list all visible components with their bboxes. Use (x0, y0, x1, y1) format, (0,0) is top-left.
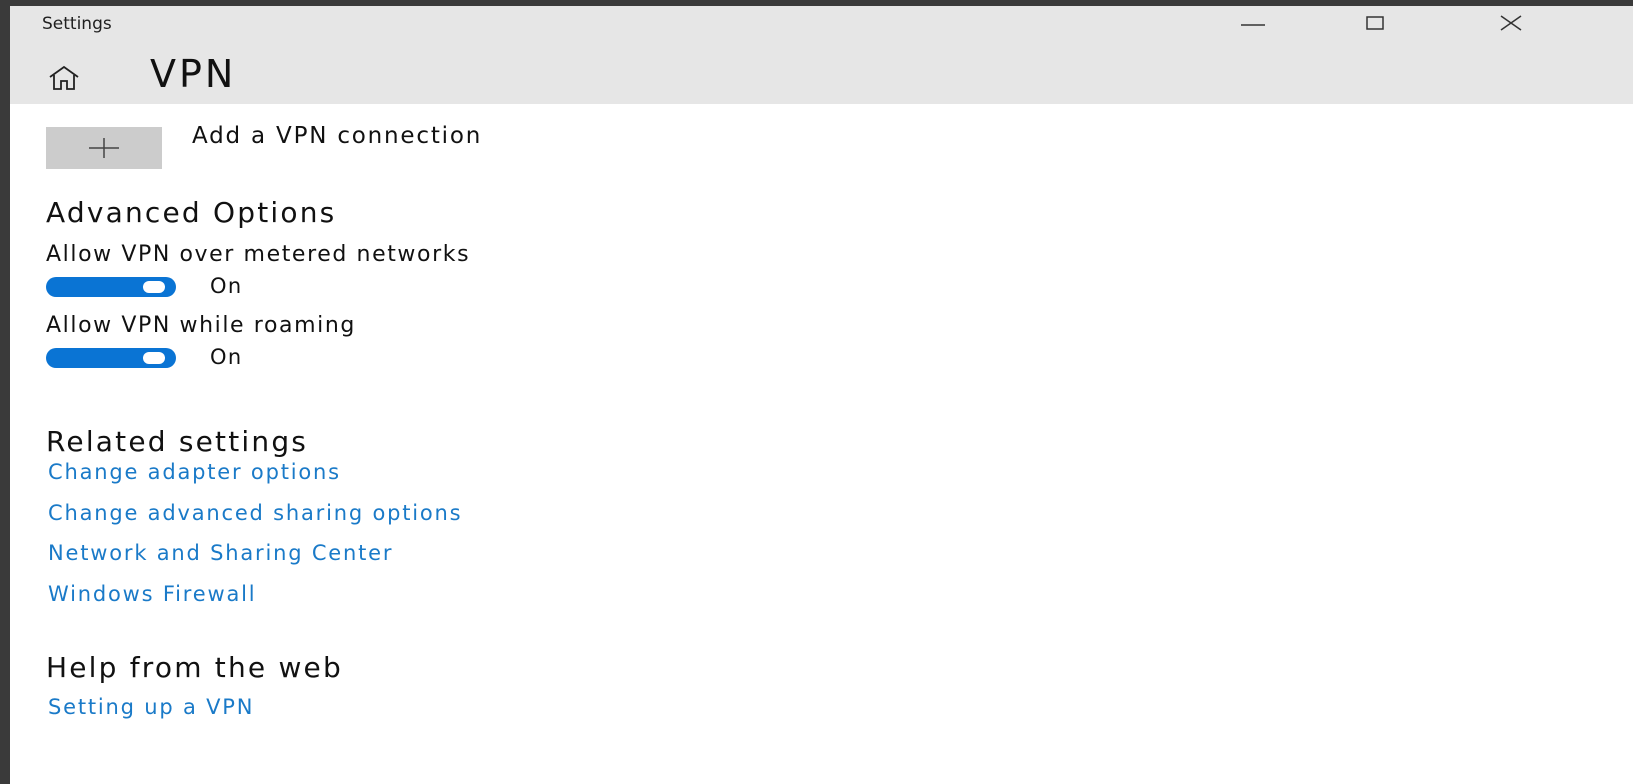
metered-networks-label: Allow VPN over metered networks (46, 242, 471, 267)
metered-networks-state: On (210, 274, 243, 298)
roaming-label: Allow VPN while roaming (46, 313, 356, 338)
add-vpn-label[interactable]: Add a VPN connection (192, 123, 482, 149)
toggle-knob (143, 352, 165, 364)
roaming-state: On (210, 345, 243, 369)
close-icon (1500, 15, 1522, 31)
settings-window: Settings VPN Add a VPN connection Advanc… (10, 6, 1633, 784)
windows-firewall-link[interactable]: Windows Firewall (48, 582, 256, 606)
metered-networks-toggle[interactable] (46, 277, 176, 297)
plus-icon (89, 138, 119, 158)
network-sharing-center-link[interactable]: Network and Sharing Center (48, 541, 393, 565)
maximize-button[interactable] (1340, 6, 1410, 40)
setting-up-vpn-link[interactable]: Setting up a VPN (48, 695, 254, 719)
maximize-icon (1366, 16, 1384, 30)
home-icon (49, 65, 79, 90)
home-button[interactable] (48, 64, 80, 92)
change-adapter-options-link[interactable]: Change adapter options (48, 460, 341, 484)
toggle-knob (143, 281, 165, 293)
close-button[interactable] (1475, 6, 1545, 40)
title-bar: Settings VPN (10, 6, 1633, 104)
roaming-toggle[interactable] (46, 348, 176, 368)
help-heading: Help from the web (46, 651, 343, 684)
minimize-button[interactable] (1217, 6, 1287, 40)
app-title: Settings (42, 14, 112, 34)
add-vpn-button[interactable] (46, 127, 162, 169)
related-settings-heading: Related settings (46, 425, 309, 458)
page-title: VPN (150, 52, 237, 96)
minimize-icon (1241, 24, 1265, 26)
change-advanced-sharing-link[interactable]: Change advanced sharing options (48, 501, 462, 525)
advanced-options-heading: Advanced Options (46, 196, 337, 229)
